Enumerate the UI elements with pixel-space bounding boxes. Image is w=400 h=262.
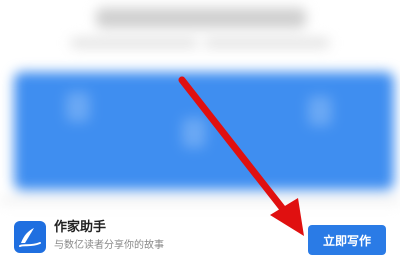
app-logo-icon[interactable] <box>14 221 46 253</box>
blurred-icon-right <box>308 96 332 126</box>
blurred-icon-left <box>66 92 90 122</box>
section-divider <box>0 196 400 204</box>
blurred-dot <box>196 38 206 48</box>
app-name: 作家助手 <box>54 220 107 235</box>
blurred-icon-center <box>182 118 206 148</box>
blurred-title <box>96 8 306 28</box>
app-description: 与数亿读者分享你的故事 <box>54 240 164 251</box>
write-now-button[interactable]: 立即写作 <box>308 225 386 255</box>
blurred-page-content <box>0 0 400 204</box>
